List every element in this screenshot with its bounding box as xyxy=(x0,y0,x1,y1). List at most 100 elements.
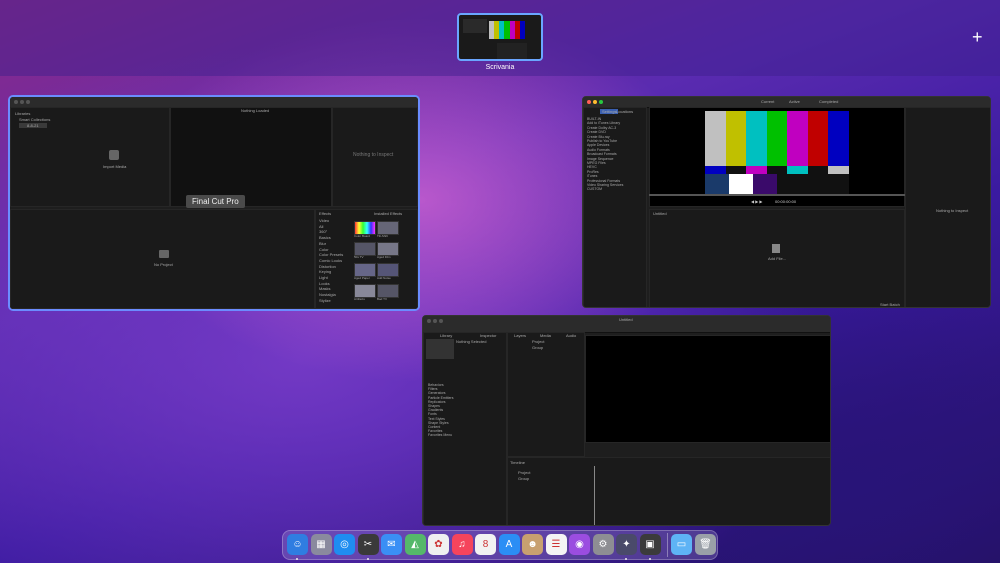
settings-item[interactable]: HEVC xyxy=(587,165,597,169)
effect-name: 50s TV xyxy=(354,255,364,259)
effects-category[interactable]: Keying xyxy=(319,269,331,274)
compressor-icon[interactable]: ▣ xyxy=(639,534,661,555)
effects-category[interactable]: 360° xyxy=(319,229,327,234)
scrubber[interactable] xyxy=(649,194,905,196)
effects-category[interactable]: Color Presets xyxy=(319,252,343,257)
effects-category[interactable]: Blur xyxy=(319,241,326,246)
tab-active[interactable]: Active xyxy=(789,99,800,104)
import-label[interactable]: Import Media xyxy=(103,164,126,169)
effects-category[interactable]: Distortion xyxy=(319,264,336,269)
playback-controls[interactable]: ◀ ▶ ▶ xyxy=(751,199,762,204)
add-file-label[interactable]: Add File... xyxy=(768,256,786,261)
event-item[interactable]: Smart Collections xyxy=(19,117,50,122)
tab-library[interactable]: Library xyxy=(440,333,452,338)
effect-thumbnail[interactable] xyxy=(354,221,376,235)
effects-category[interactable]: Basics xyxy=(319,235,331,240)
contacts-icon[interactable]: ☻ xyxy=(522,534,543,555)
effect-thumbnail[interactable] xyxy=(354,284,376,298)
running-indicator xyxy=(625,558,627,560)
effect-thumbnail[interactable] xyxy=(354,242,376,256)
event-item[interactable]: 8-8-21 xyxy=(19,123,47,128)
effect-thumbnail[interactable] xyxy=(354,263,376,277)
window-controls[interactable] xyxy=(587,100,603,104)
settings-item[interactable]: Create Blu-ray xyxy=(587,135,610,139)
timeline-pane: Timeline Project Group xyxy=(507,457,830,525)
settings-item[interactable]: Create DVD xyxy=(587,130,606,134)
music-icon[interactable]: ♫ xyxy=(451,534,473,555)
tab-layers[interactable]: Layers xyxy=(514,333,526,338)
effect-thumbnail[interactable] xyxy=(377,284,399,298)
effects-tab[interactable]: Installed Effects xyxy=(374,211,402,216)
playhead[interactable] xyxy=(594,466,595,525)
viewer-pane: Nothing Loaded xyxy=(170,107,332,207)
effects-category[interactable]: Comic Looks xyxy=(319,258,342,263)
canvas[interactable] xyxy=(585,335,830,443)
tab-audio[interactable]: Audio xyxy=(566,333,576,338)
tab-completed[interactable]: Completed xyxy=(819,99,838,104)
library-item[interactable]: Libraries xyxy=(15,111,30,116)
settings-item[interactable]: Apple Devices xyxy=(587,143,609,147)
podcasts-icon[interactable]: ◉ xyxy=(569,534,590,555)
layer-group[interactable]: Group xyxy=(532,345,543,350)
downloads-folder-icon[interactable]: ▭ xyxy=(671,534,692,555)
window-controls[interactable] xyxy=(427,319,443,323)
mail-icon[interactable]: ✉ xyxy=(381,534,402,555)
safari-icon[interactable]: ◎ xyxy=(334,534,355,555)
timeline-pane: No Project xyxy=(10,209,315,309)
calendar-icon[interactable]: 8 xyxy=(475,534,496,555)
add-space-button[interactable]: + xyxy=(972,28,983,46)
photos-icon[interactable]: ✿ xyxy=(428,534,449,555)
settings-item[interactable]: iTunes xyxy=(587,174,597,178)
motion-icon[interactable]: ✦ xyxy=(616,534,637,555)
effects-category[interactable]: Light xyxy=(319,275,328,280)
settings-item[interactable]: Create Dolby AC-3 xyxy=(587,126,616,130)
effects-browser: Effects Installed Effects Video All 360° Ba… xyxy=(315,209,418,309)
compressor-window[interactable]: Current Active Completed Settings Locati… xyxy=(582,96,991,308)
app-store-icon[interactable]: A xyxy=(498,534,520,555)
maps-icon[interactable]: ◭ xyxy=(404,534,426,555)
effects-category[interactable]: Stylize xyxy=(319,298,331,303)
effects-category[interactable]: Nostalgia xyxy=(319,292,336,297)
tab-media[interactable]: Media xyxy=(540,333,551,338)
tab-inspector[interactable]: Inspector xyxy=(480,333,496,338)
settings-item[interactable]: ProRes xyxy=(587,170,599,174)
app-name-tooltip: Final Cut Pro xyxy=(186,195,245,208)
trash-icon[interactable]: 🗑 xyxy=(695,534,716,555)
desktop-thumbnail[interactable] xyxy=(457,13,543,61)
settings-item[interactable]: Broadcast Formats xyxy=(587,152,617,156)
import-icon[interactable] xyxy=(109,150,119,160)
library-item[interactable]: Favorites Menu xyxy=(428,433,452,437)
finder-icon[interactable]: ☺ xyxy=(287,534,308,555)
motion-window[interactable]: Untitled Library Inspector Nothing Selec… xyxy=(422,315,831,526)
effects-category[interactable]: Color xyxy=(319,247,329,252)
window-controls[interactable] xyxy=(14,100,30,104)
effect-thumbnail[interactable] xyxy=(377,263,399,277)
reminders-icon[interactable]: ☰ xyxy=(545,534,567,555)
final-cut-pro-window[interactable]: Libraries Smart Collections 8-8-21 Impor… xyxy=(8,95,420,311)
effects-category[interactable]: Looks xyxy=(319,281,330,286)
launchpad-icon[interactable]: ▦ xyxy=(310,534,332,555)
desktop-thumb-bars xyxy=(489,21,525,39)
final-cut-pro-icon[interactable]: ✂ xyxy=(357,534,379,555)
settings-item[interactable]: MPEG Files xyxy=(587,161,606,165)
effects-category[interactable]: All xyxy=(319,224,323,229)
effect-name: Aged Film xyxy=(377,255,391,259)
settings-item[interactable]: Audio Formats xyxy=(587,148,610,152)
tab-current[interactable]: Current xyxy=(761,99,774,104)
settings-item[interactable]: Professional Formats xyxy=(587,179,620,183)
settings-item[interactable]: CUSTOM xyxy=(587,187,602,191)
settings-item[interactable]: Publish to YouTube xyxy=(587,139,617,143)
tab-locations[interactable]: Locations xyxy=(616,109,633,114)
start-batch-button[interactable]: Start Batch xyxy=(880,302,900,307)
layer-project[interactable]: Project xyxy=(532,339,544,344)
settings-item[interactable]: Image Sequence xyxy=(587,157,613,161)
settings-item[interactable]: Add to iTunes Library xyxy=(587,121,620,125)
desktop-thumb-window xyxy=(497,43,527,59)
settings-item[interactable]: Video Sharing Services xyxy=(587,183,623,187)
effects-category[interactable]: Video xyxy=(319,218,329,223)
effect-thumbnail[interactable] xyxy=(377,221,399,235)
effect-thumbnail[interactable] xyxy=(377,242,399,256)
system-preferences-icon[interactable]: ⚙ xyxy=(592,534,614,555)
settings-item[interactable]: BUILT-IN xyxy=(587,117,601,121)
effects-category[interactable]: Masks xyxy=(319,286,331,291)
